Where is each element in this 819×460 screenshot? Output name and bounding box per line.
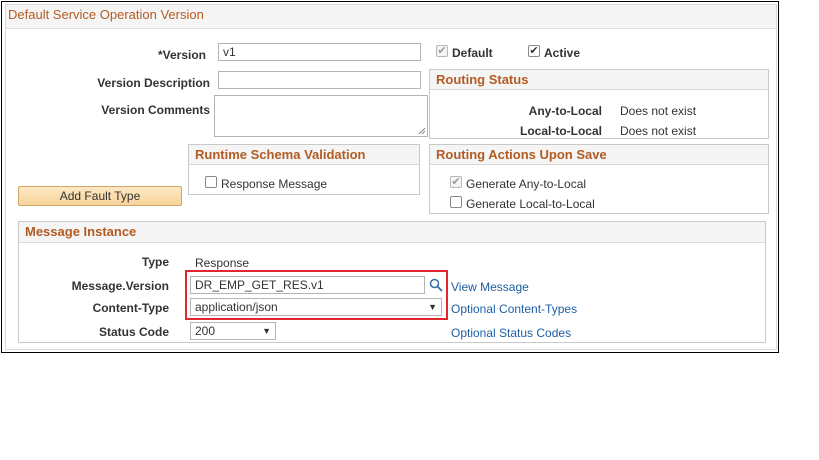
status-code-value: 200 bbox=[195, 324, 216, 338]
runtime-schema-group: Runtime Schema Validation Response Messa… bbox=[188, 144, 420, 195]
version-comments-textarea[interactable] bbox=[214, 95, 428, 137]
version-input[interactable]: v1 bbox=[218, 43, 421, 61]
runtime-schema-title: Runtime Schema Validation bbox=[189, 145, 419, 165]
message-version-label: Message.Version bbox=[71, 279, 169, 293]
optional-content-types-link[interactable]: Optional Content-Types bbox=[451, 302, 577, 316]
routing-status-title: Routing Status bbox=[430, 70, 768, 90]
local-to-local-value: Does not exist bbox=[620, 124, 697, 138]
service-operation-panel: Default Service Operation Version *Versi… bbox=[1, 1, 779, 353]
add-fault-type-button[interactable]: Add Fault Type bbox=[18, 186, 182, 206]
type-label: Type bbox=[141, 255, 169, 269]
version-description-input[interactable] bbox=[218, 71, 421, 89]
status-code-select[interactable]: 200 ▼ bbox=[190, 322, 276, 340]
resize-handle-icon[interactable] bbox=[418, 127, 426, 135]
checkmark-icon: ✔ bbox=[529, 45, 539, 57]
response-message-checkbox[interactable] bbox=[205, 176, 217, 188]
generate-local-to-local-checkbox[interactable] bbox=[450, 196, 462, 208]
default-label: Default bbox=[452, 46, 493, 60]
status-code-label: Status Code bbox=[98, 325, 169, 339]
type-value: Response bbox=[195, 256, 250, 270]
local-to-local-label: Local-to-Local bbox=[519, 124, 602, 138]
any-to-local-value: Does not exist bbox=[620, 104, 697, 118]
routing-actions-title: Routing Actions Upon Save bbox=[430, 145, 768, 165]
content-type-label: Content-Type bbox=[92, 301, 169, 315]
generate-local-to-local-label: Generate Local-to-Local bbox=[466, 197, 595, 211]
response-message-label: Response Message bbox=[221, 177, 328, 191]
highlight-box bbox=[185, 270, 448, 320]
any-to-local-label: Any-to-Local bbox=[528, 104, 602, 118]
version-description-label: Version Description bbox=[97, 76, 210, 90]
chevron-down-icon: ▼ bbox=[262, 326, 271, 336]
default-checkbox: ✔ bbox=[436, 45, 448, 57]
active-label: Active bbox=[544, 46, 581, 60]
message-instance-group: Message Instance Type Response Message.V… bbox=[18, 221, 766, 343]
version-comments-label: Version Comments bbox=[101, 103, 210, 117]
checkmark-icon: ✔ bbox=[437, 45, 447, 57]
section-title: Default Service Operation Version bbox=[6, 5, 776, 29]
view-message-link[interactable]: View Message bbox=[451, 280, 529, 294]
routing-actions-group: Routing Actions Upon Save ✔ Generate Any… bbox=[429, 144, 769, 214]
active-checkbox[interactable]: ✔ bbox=[528, 45, 540, 57]
routing-status-group: Routing Status Any-to-Local Does not exi… bbox=[429, 69, 769, 139]
generate-any-to-local-label: Generate Any-to-Local bbox=[466, 177, 587, 191]
message-instance-title: Message Instance bbox=[19, 222, 765, 243]
version-label: *Version bbox=[157, 48, 206, 62]
default-version-section: Default Service Operation Version *Versi… bbox=[5, 4, 777, 350]
generate-any-to-local-checkbox: ✔ bbox=[450, 176, 462, 188]
optional-status-codes-link[interactable]: Optional Status Codes bbox=[451, 326, 571, 340]
checkmark-icon: ✔ bbox=[451, 176, 461, 188]
